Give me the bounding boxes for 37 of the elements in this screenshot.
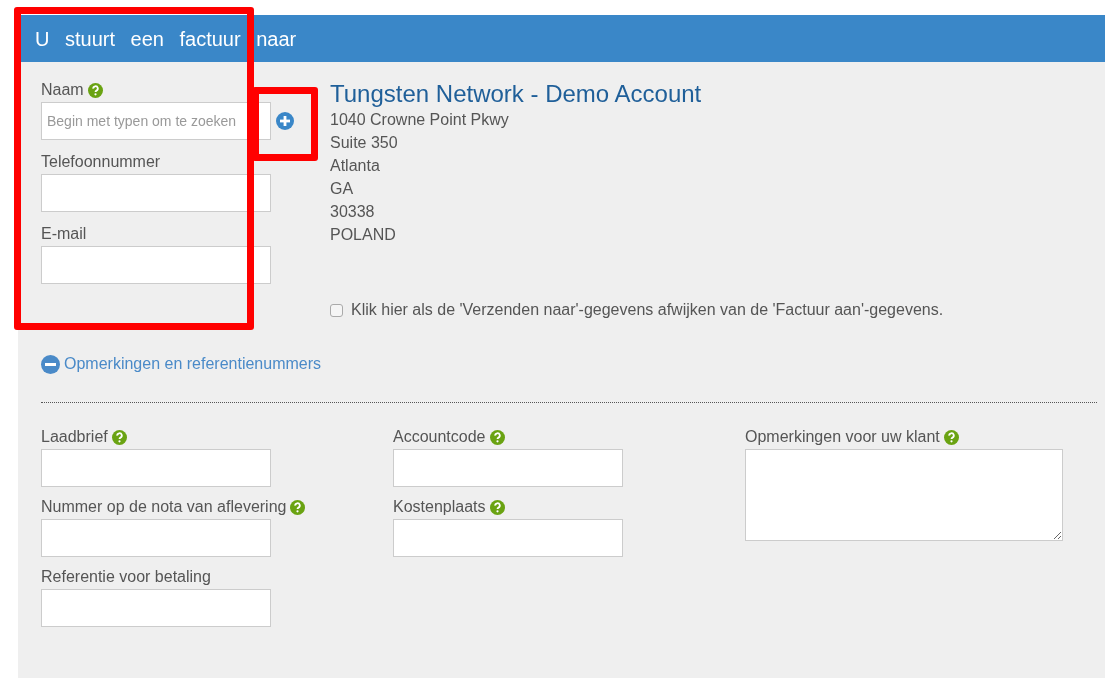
field-label: Nummer op de nota van aflevering bbox=[41, 497, 287, 517]
help-icon[interactable] bbox=[87, 82, 103, 98]
text-input[interactable] bbox=[41, 246, 271, 284]
recipient-name: Tungsten Network - Demo Account bbox=[330, 80, 703, 108]
text-input[interactable] bbox=[393, 449, 623, 487]
help-icon[interactable] bbox=[111, 429, 127, 445]
field-label: Accountcode bbox=[393, 427, 486, 447]
field-label: E-mail bbox=[41, 224, 87, 244]
field-label: Kostenplaats bbox=[393, 497, 486, 517]
field-label: Referentie voor betaling bbox=[41, 567, 211, 587]
field-label: Telefoonnummer bbox=[41, 152, 161, 172]
help-icon[interactable] bbox=[943, 429, 959, 445]
address-line: Suite 350 bbox=[330, 133, 399, 153]
address-line: 1040 Crowne Point Pkwy bbox=[330, 110, 510, 130]
help-icon[interactable] bbox=[489, 429, 505, 445]
address-line: 30338 bbox=[330, 202, 376, 222]
text-input[interactable]: Begin met typen om te zoeken bbox=[41, 102, 271, 140]
field-label: Opmerkingen voor uw klant bbox=[745, 427, 940, 447]
address-line: POLAND bbox=[330, 225, 397, 245]
panel-title: U stuurt een factuur naar bbox=[35, 26, 297, 52]
address-line: GA bbox=[330, 179, 355, 199]
address-line: Atlanta bbox=[330, 156, 381, 176]
add-icon[interactable] bbox=[276, 112, 294, 130]
help-icon[interactable] bbox=[290, 499, 306, 515]
field-label: Naam bbox=[41, 80, 84, 100]
checkbox[interactable] bbox=[330, 303, 343, 317]
text-area[interactable] bbox=[745, 449, 1063, 541]
field-label: Laadbrief bbox=[41, 427, 108, 447]
checkbox-label: Klik hier als de 'Verzenden naar'-gegevens afwijken van de 'Factuur aan'-gegevens. bbox=[351, 300, 944, 320]
text-input[interactable] bbox=[393, 519, 623, 557]
text-input[interactable] bbox=[41, 174, 271, 212]
text-input[interactable] bbox=[41, 449, 271, 487]
help-icon[interactable] bbox=[489, 499, 505, 515]
section-toggle-link[interactable]: Opmerkingen en referentienummers bbox=[64, 352, 321, 376]
text-input[interactable] bbox=[41, 519, 271, 557]
text-input[interactable] bbox=[41, 589, 271, 627]
collapse-icon[interactable] bbox=[41, 354, 60, 374]
